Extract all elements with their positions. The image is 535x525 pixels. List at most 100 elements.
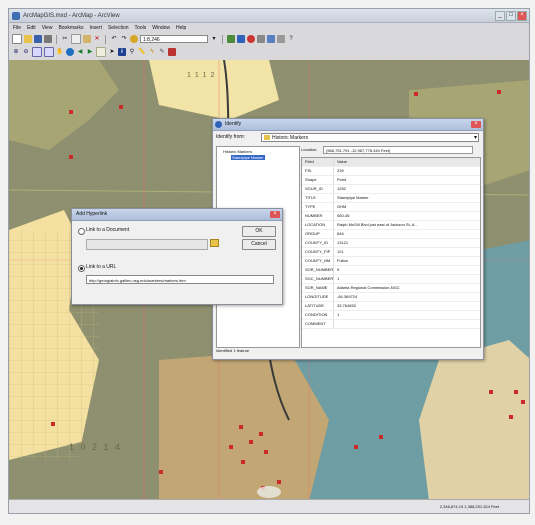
field-name-cell: LOCATION xyxy=(302,221,334,229)
next-extent-icon[interactable]: ▶ xyxy=(86,48,94,56)
chevron-down-icon[interactable]: ▾ xyxy=(210,35,218,43)
menu-view[interactable]: View xyxy=(42,25,53,31)
table-row[interactable]: COUNTY_FIP 121 xyxy=(302,248,480,257)
table-row[interactable]: SOR_NUMBER 9 xyxy=(302,266,480,275)
table-row[interactable]: Shape Point xyxy=(302,176,480,185)
undo-icon[interactable]: ↶ xyxy=(110,35,118,43)
save-icon[interactable] xyxy=(34,35,42,43)
pan-hand-icon[interactable]: ✋ xyxy=(56,48,64,56)
hyperlink-lightning-icon[interactable]: ϟ xyxy=(148,48,156,56)
table-row[interactable]: LATITUDE 33.764653 xyxy=(302,302,480,311)
zoom-out-icon[interactable]: ⊖ xyxy=(22,48,30,56)
menu-tools[interactable]: Tools xyxy=(135,25,147,31)
cut-icon[interactable]: ✂ xyxy=(61,35,69,43)
fixed-zoom-out-icon[interactable] xyxy=(44,47,54,57)
close-button[interactable]: × xyxy=(517,11,527,21)
identify-close-button[interactable]: × xyxy=(471,121,481,128)
field-value-cell: 239 xyxy=(337,168,344,173)
table-row[interactable]: TITLE Standpipe Marker xyxy=(302,194,480,203)
menu-insert[interactable]: Insert xyxy=(89,25,102,31)
ok-button[interactable]: OK xyxy=(242,226,276,237)
status-bar: 2,346,874.19 1,388,251.324 Feet xyxy=(9,499,529,513)
fixed-zoom-in-icon[interactable] xyxy=(32,47,42,57)
editor-toolbar-icon[interactable] xyxy=(227,35,235,43)
tree-node-feature[interactable]: Standpipe Marker xyxy=(217,154,299,160)
column-header-value[interactable]: Value xyxy=(334,158,480,166)
url-field[interactable]: http://georgiainfo.galileo.usg.edu/marke… xyxy=(86,275,274,284)
copy-icon[interactable] xyxy=(71,34,81,44)
table-row[interactable]: NUMBER 060-45 xyxy=(302,212,480,221)
link-url-label: Link to a URL xyxy=(86,264,117,270)
menu-selection[interactable]: Selection xyxy=(108,25,129,31)
table-row[interactable]: COMMENT xyxy=(302,320,480,329)
delete-icon[interactable]: ✕ xyxy=(93,35,101,43)
menu-edit[interactable]: Edit xyxy=(27,25,36,31)
title-bar: ArcMapGIS.mxd - ArcMap - ArcView _ □ × xyxy=(9,9,529,23)
select-features-icon[interactable] xyxy=(96,47,106,57)
location-field[interactable]: (566,751.791 -12,967,778.340 Feet) xyxy=(323,146,473,154)
identify-from-label: Identify from: xyxy=(216,134,245,140)
minimize-button[interactable]: _ xyxy=(495,11,505,21)
go-to-xy-icon[interactable]: ✎ xyxy=(158,48,166,56)
link-url-radio[interactable] xyxy=(78,265,85,272)
identify-dialog-title: Identify xyxy=(225,121,242,127)
tree-node-layer[interactable]: Historic Markers xyxy=(217,147,299,154)
paste-icon[interactable] xyxy=(83,35,91,43)
print-icon[interactable] xyxy=(44,35,52,43)
window-title: ArcMapGIS.mxd - ArcMap - ArcView xyxy=(23,12,120,19)
redo-icon[interactable]: ↷ xyxy=(120,35,128,43)
arcmap-window: ArcMapGIS.mxd - ArcMap - ArcView _ □ × F… xyxy=(8,8,530,514)
open-folder-icon[interactable] xyxy=(24,35,32,43)
previous-extent-icon[interactable]: ◀ xyxy=(76,48,84,56)
measure-icon[interactable]: 📏 xyxy=(138,48,146,56)
field-name-cell: Shape xyxy=(302,176,334,184)
link-document-radio[interactable] xyxy=(78,228,85,235)
arccatalog-icon[interactable] xyxy=(247,35,255,43)
document-path-field[interactable] xyxy=(86,239,208,250)
add-data-icon[interactable] xyxy=(130,35,138,43)
find-binoculars-icon[interactable]: ⚲ xyxy=(128,48,136,56)
table-row[interactable]: CONDITION 1 xyxy=(302,311,480,320)
table-row[interactable]: SOUR_ID 1252 xyxy=(302,185,480,194)
table-row[interactable]: LONGITUDE -84.369724 xyxy=(302,293,480,302)
table-row[interactable]: GROUP 846 xyxy=(302,230,480,239)
table-row[interactable]: SOR_NAME Atlanta Regional Commission-NGC xyxy=(302,284,480,293)
identify-icon[interactable]: i xyxy=(118,48,126,56)
status-coordinates: 2,346,874.19 1,388,251.324 Feet xyxy=(439,504,499,509)
identify-from-dropdown[interactable]: Historic Markers ▾ xyxy=(261,133,479,142)
table-row[interactable]: FID 239 xyxy=(302,167,480,176)
menu-help[interactable]: Help xyxy=(176,25,186,31)
table-row[interactable]: COUNTY_NM Fulton xyxy=(302,257,480,266)
table-row[interactable]: TYPE GHM xyxy=(302,203,480,212)
full-extent-icon[interactable] xyxy=(66,48,74,56)
field-value-cell: 1 xyxy=(337,312,340,317)
new-document-icon[interactable] xyxy=(12,34,22,44)
table-row[interactable]: SOC_NUMBER 1 xyxy=(302,275,480,284)
selection-highlight xyxy=(257,486,281,498)
menu-window[interactable]: Window xyxy=(152,25,170,31)
field-name-cell: COUNTY_ID xyxy=(302,239,334,247)
python-window-icon[interactable] xyxy=(277,35,285,43)
identify-footer: Identified 1 feature xyxy=(216,348,250,353)
column-header-field[interactable]: Field xyxy=(302,158,334,166)
field-name-cell: COUNTY_NM xyxy=(302,257,334,265)
field-name-cell: CONDITION xyxy=(302,311,334,319)
map-scale-dropdown[interactable]: 1:8,246 xyxy=(140,35,208,43)
link-document-label: Link to a Document xyxy=(86,227,130,233)
menu-file[interactable]: File xyxy=(13,25,21,31)
cancel-button[interactable]: Cancel xyxy=(242,239,276,250)
arctoolbox-icon[interactable] xyxy=(237,35,245,43)
command-line-icon[interactable] xyxy=(257,35,265,43)
table-row[interactable]: COUNTY_ID 13121 xyxy=(302,239,480,248)
help-icon[interactable]: ? xyxy=(287,35,295,43)
browse-folder-icon[interactable] xyxy=(210,239,219,247)
add-hyperlink-close-button[interactable]: × xyxy=(270,211,280,218)
maximize-button[interactable]: □ xyxy=(506,11,516,21)
zoom-in-icon[interactable]: ⊕ xyxy=(12,48,20,56)
select-elements-icon[interactable]: ➤ xyxy=(108,48,116,56)
menu-bookmarks[interactable]: Bookmarks xyxy=(58,25,83,31)
model-builder-icon[interactable] xyxy=(267,35,275,43)
map-canvas[interactable]: 1 1 1 2 1 0 2 1 4 Identify × Identify fr… xyxy=(9,60,529,501)
time-slider-icon[interactable] xyxy=(168,48,176,56)
table-row[interactable]: LOCATION Ralph McGill Blvd just east of J… xyxy=(302,221,480,230)
